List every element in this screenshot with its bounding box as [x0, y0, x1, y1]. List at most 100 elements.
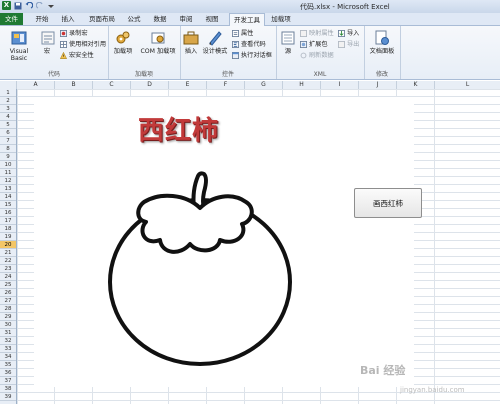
row-header[interactable]: 37 [0, 377, 16, 385]
row-header[interactable]: 6 [0, 129, 16, 137]
row-header[interactable]: 1 [0, 89, 16, 97]
undo-icon[interactable] [24, 1, 33, 10]
map-properties-button[interactable]: 映射属性 [300, 29, 334, 38]
refresh-data-button[interactable]: 刷新数据 [300, 51, 334, 60]
column-header[interactable]: A [17, 81, 55, 89]
tab-addins[interactable]: 加载项 [268, 13, 294, 25]
redo-icon[interactable] [35, 1, 44, 10]
import-label: 导入 [347, 30, 360, 37]
row-header[interactable]: 2 [0, 97, 16, 105]
row-headers: 1 2 3 4 5 6 7 8 9 10 11 12 13 14 15 16 1… [0, 89, 17, 404]
row-header[interactable]: 16 [0, 209, 16, 217]
row-header[interactable]: 34 [0, 353, 16, 361]
view-code-label: 查看代码 [241, 41, 266, 48]
run-dialog-button[interactable]: 执行对话框 [232, 51, 272, 60]
row-header[interactable]: 13 [0, 185, 16, 193]
design-mode-button[interactable]: 设计模式 [202, 30, 228, 55]
macros-icon [41, 31, 55, 45]
row-header[interactable]: 39 [0, 393, 16, 401]
row-header[interactable]: 26 [0, 289, 16, 297]
visual-basic-button[interactable]: Visual Basic [2, 30, 36, 62]
tab-home[interactable]: 开始 [32, 13, 52, 25]
row-header[interactable]: 27 [0, 297, 16, 305]
expansion-packs-button[interactable]: 扩展包 [300, 40, 328, 49]
record-macro-button[interactable]: 录制宏 [60, 29, 88, 38]
column-header[interactable]: L [435, 81, 500, 89]
tab-review[interactable]: 审阅 [176, 13, 196, 25]
import-button[interactable]: 导入 [338, 29, 359, 38]
row-header[interactable]: 12 [0, 177, 16, 185]
column-header[interactable]: F [207, 81, 245, 89]
row-header[interactable]: 22 [0, 257, 16, 265]
row-header[interactable]: 32 [0, 337, 16, 345]
row-header[interactable]: 21 [0, 249, 16, 257]
export-label: 导出 [347, 41, 360, 48]
tab-view[interactable]: 视图 [202, 13, 222, 25]
properties-button[interactable]: 属性 [232, 29, 253, 38]
tab-data[interactable]: 数据 [150, 13, 170, 25]
row-header[interactable]: 5 [0, 121, 16, 129]
column-header[interactable]: G [245, 81, 283, 89]
source-button[interactable]: 源 [280, 30, 296, 55]
column-header[interactable]: D [131, 81, 169, 89]
save-icon[interactable] [13, 1, 22, 10]
export-button[interactable]: 导出 [338, 40, 359, 49]
select-all-corner[interactable] [0, 81, 17, 89]
row-header[interactable]: 38 [0, 385, 16, 393]
column-header[interactable]: H [283, 81, 321, 89]
properties-icon [232, 30, 239, 37]
view-code-icon [232, 41, 239, 48]
controls-group: 插入 设计模式 属性 查看代码 执行对话框 控件 [180, 26, 277, 79]
com-addins-button[interactable]: COM 加载项 [138, 30, 178, 55]
row-header[interactable]: 23 [0, 265, 16, 273]
xml-group: 源 映射属性 扩展包 刷新数据 导入 导出 XML [276, 26, 365, 79]
column-header[interactable]: B [55, 81, 93, 89]
macros-button[interactable]: 宏 [40, 30, 55, 55]
row-header[interactable]: 36 [0, 369, 16, 377]
column-header[interactable]: C [93, 81, 131, 89]
column-header[interactable]: I [321, 81, 359, 89]
addins-button[interactable]: 加载项 [112, 30, 134, 55]
row-header[interactable]: 8 [0, 145, 16, 153]
row-header[interactable]: 25 [0, 281, 16, 289]
insert-control-button[interactable]: 插入 [182, 30, 200, 55]
row-header-selected[interactable]: 20 [0, 241, 16, 249]
customize-icon[interactable] [46, 1, 55, 10]
row-header[interactable]: 18 [0, 225, 16, 233]
row-header[interactable]: 14 [0, 193, 16, 201]
ribbon-tabs: 文件 开始 插入 页面布局 公式 数据 审阅 视图 开发工具 加载项 [0, 13, 500, 26]
tomato-drawing[interactable] [100, 168, 300, 368]
draw-tomato-button[interactable]: 画西红柿 [354, 188, 422, 218]
row-header[interactable]: 10 [0, 161, 16, 169]
row-header[interactable]: 4 [0, 113, 16, 121]
column-header[interactable]: J [359, 81, 397, 89]
wordart-title[interactable]: 西红柿 [138, 110, 219, 147]
column-header[interactable]: E [169, 81, 207, 89]
row-header[interactable]: 33 [0, 345, 16, 353]
column-header[interactable]: K [397, 81, 435, 89]
view-code-button[interactable]: 查看代码 [232, 40, 266, 49]
document-panel-button[interactable]: 文档面板 [366, 30, 398, 55]
row-header[interactable]: 29 [0, 313, 16, 321]
watermark-logo: Bai 经验 [360, 364, 406, 377]
macro-security-button[interactable]: 宏安全性 [60, 51, 94, 60]
row-header[interactable]: 15 [0, 201, 16, 209]
row-header[interactable]: 11 [0, 169, 16, 177]
row-header[interactable]: 19 [0, 233, 16, 241]
row-header[interactable]: 3 [0, 105, 16, 113]
row-header[interactable]: 30 [0, 321, 16, 329]
row-header[interactable]: 35 [0, 361, 16, 369]
row-header[interactable]: 17 [0, 217, 16, 225]
tab-page-layout[interactable]: 页面布局 [86, 13, 118, 25]
tab-file[interactable]: 文件 [0, 13, 23, 25]
row-header[interactable]: 31 [0, 329, 16, 337]
tab-developer[interactable]: 开发工具 [229, 13, 265, 26]
excel-logo-icon[interactable]: X [2, 1, 11, 10]
tab-insert[interactable]: 插入 [58, 13, 78, 25]
row-header[interactable]: 28 [0, 305, 16, 313]
row-header[interactable]: 7 [0, 137, 16, 145]
row-header[interactable]: 24 [0, 273, 16, 281]
relative-refs-button[interactable]: 使用相对引用 [60, 40, 106, 49]
tab-formulas[interactable]: 公式 [124, 13, 144, 25]
row-header[interactable]: 9 [0, 153, 16, 161]
